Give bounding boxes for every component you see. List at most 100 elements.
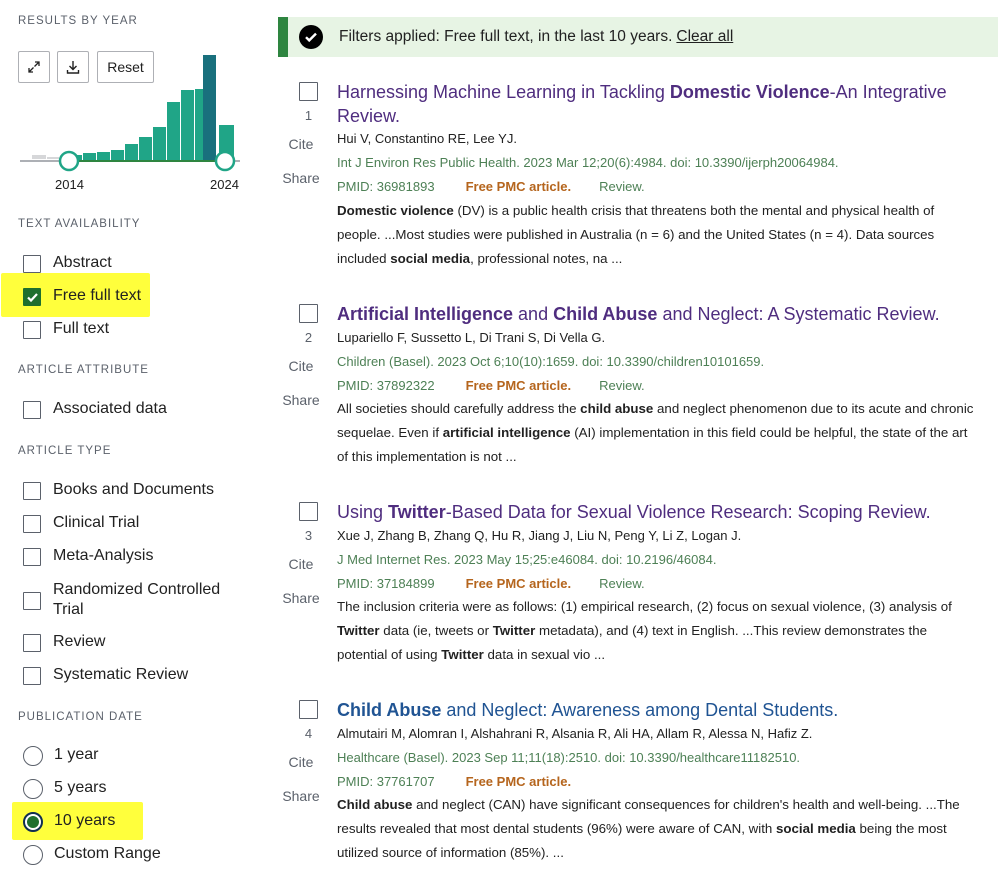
banner-text: Filters applied: Free full text, in the … xyxy=(339,28,673,45)
text-fragment: and Neglect: Awareness among Dental Stud… xyxy=(441,700,839,720)
free-pmc-badge: Free PMC article. xyxy=(465,774,572,789)
checkbox-meta-analysis[interactable] xyxy=(23,548,41,566)
publication-date-heading: PUBLICATION DATE xyxy=(18,711,143,723)
cite-button[interactable]: Cite xyxy=(278,556,324,572)
date-label: 10 years xyxy=(54,812,116,829)
text-fragment: and Neglect: A Systematic Review. xyxy=(657,304,940,324)
free-pmc-badge: Free PMC article. xyxy=(465,576,572,591)
result-select-checkbox[interactable] xyxy=(299,82,318,101)
hist-bar xyxy=(47,157,59,159)
filter-associated-data[interactable]: Associated data xyxy=(23,400,167,419)
check-circle-icon xyxy=(299,25,323,49)
share-button[interactable]: Share xyxy=(278,788,324,804)
text-fragment: -Based Data for Sexual Violence Research… xyxy=(445,502,931,522)
result-number: 3 xyxy=(304,528,313,543)
share-button[interactable]: Share xyxy=(278,170,324,186)
filter-meta-analysis[interactable]: Meta-Analysis xyxy=(23,547,153,566)
radio-custom-range[interactable] xyxy=(23,845,43,865)
filter-label: Free full text xyxy=(53,287,142,304)
free-pmc-badge: Free PMC article. xyxy=(465,378,572,393)
filter-label: Review xyxy=(53,633,106,650)
filter-label: Full text xyxy=(53,320,110,337)
hist-bar xyxy=(111,150,124,161)
result-pmid: PMID: 37761707 xyxy=(337,774,435,789)
checkbox-clinical-trial[interactable] xyxy=(23,515,41,533)
result-meta: PMID: 37184899 Free PMC article. Review. xyxy=(337,576,645,591)
highlighted-term: social media xyxy=(776,821,856,836)
result-meta: PMID: 36981893 Free PMC article. Review. xyxy=(337,179,645,194)
filter-clinical-trial[interactable]: Clinical Trial xyxy=(23,514,139,533)
result-title-link[interactable]: Artificial Intelligence and Child Abuse … xyxy=(337,302,957,326)
filter-label: Associated data xyxy=(53,400,167,417)
filter-label: Systematic Review xyxy=(53,666,189,683)
cite-button[interactable]: Cite xyxy=(278,754,324,770)
filter-label: Clinical Trial xyxy=(53,514,140,531)
filter-books-and-documents[interactable]: Books and Documents xyxy=(23,481,214,500)
checkbox-free-full-text[interactable] xyxy=(23,288,41,306)
text-fragment: Using xyxy=(337,502,389,522)
date-5-years[interactable]: 5 years xyxy=(23,779,106,799)
result-authors: Lupariello F, Sussetto L, Di Trani S, Di… xyxy=(337,330,606,345)
checkbox-associated-data[interactable] xyxy=(23,401,41,419)
results-histogram xyxy=(20,55,240,172)
result-number: 4 xyxy=(304,726,313,741)
cite-button[interactable]: Cite xyxy=(278,136,324,152)
highlighted-term: Domestic Violence xyxy=(669,82,830,102)
text-fragment: data (ie, tweets or xyxy=(379,623,493,638)
result-select-checkbox[interactable] xyxy=(299,304,318,323)
radio-5-years[interactable] xyxy=(23,779,43,799)
hist-bar xyxy=(125,144,138,161)
highlighted-term: Twitter xyxy=(337,623,380,638)
hist-bar xyxy=(83,153,96,161)
result-title-link[interactable]: Child Abuse and Neglect: Awareness among… xyxy=(337,698,957,722)
date-label: Custom Range xyxy=(54,845,161,862)
filter-systematic-review[interactable]: Systematic Review xyxy=(23,666,188,685)
hist-bar xyxy=(139,137,152,161)
checkbox-books-and-documents[interactable] xyxy=(23,482,41,500)
checkbox-review[interactable] xyxy=(23,634,41,652)
result-snippet: Child abuse and neglect (CAN) have signi… xyxy=(337,793,977,865)
cite-button[interactable]: Cite xyxy=(278,358,324,374)
filter-label: Books and Documents xyxy=(53,481,214,498)
result-select-checkbox[interactable] xyxy=(299,502,318,521)
year-end-label: 2024 xyxy=(210,177,239,192)
filter-randomized-controlled-trial[interactable]: Randomized Controlled Trial xyxy=(23,580,233,620)
radio-1-year[interactable] xyxy=(23,746,43,766)
filter-abstract[interactable]: Abstract xyxy=(23,254,112,273)
highlighted-term: Child Abuse xyxy=(337,700,442,720)
clear-all-link[interactable]: Clear all xyxy=(676,28,733,46)
filter-review[interactable]: Review xyxy=(23,633,105,652)
filters-applied-banner: Filters applied: Free full text, in the … xyxy=(278,17,998,57)
result-title-link[interactable]: Using Twitter-Based Data for Sexual Viol… xyxy=(337,500,957,524)
checkbox-abstract[interactable] xyxy=(23,255,41,273)
filter-free-full-text[interactable]: Free full text xyxy=(23,287,141,306)
result-snippet: Domestic violence (DV) is a public healt… xyxy=(337,199,977,271)
date-1-year[interactable]: 1 year xyxy=(23,746,98,766)
radio-10-years[interactable] xyxy=(23,812,43,832)
checkbox-full-text[interactable] xyxy=(23,321,41,339)
date-label: 5 years xyxy=(54,779,107,796)
highlighted-term: Child abuse xyxy=(337,797,413,812)
slider-handle-start xyxy=(58,150,80,172)
result-select-checkbox[interactable] xyxy=(299,700,318,719)
result-authors: Almutairi M, Alomran I, Alshahrani R, Al… xyxy=(337,726,813,741)
result-pmid: PMID: 36981893 xyxy=(337,179,435,194)
share-button[interactable]: Share xyxy=(278,392,324,408)
checkmark-icon xyxy=(26,292,38,302)
text-fragment: The inclusion criteria were as follows: … xyxy=(337,599,952,614)
date-custom-range[interactable]: Custom Range xyxy=(23,845,161,865)
result-citation: J Med Internet Res. 2023 May 15;25:e4608… xyxy=(337,552,717,567)
checkbox-randomized-controlled-trial[interactable] xyxy=(23,591,41,610)
highlighted-term: child abuse xyxy=(580,401,654,416)
checkbox-systematic-review[interactable] xyxy=(23,667,41,685)
result-title-link[interactable]: Harnessing Machine Learning in Tackling … xyxy=(337,80,957,128)
review-badge: Review. xyxy=(599,576,645,591)
result-pmid: PMID: 37184899 xyxy=(337,576,435,591)
result-snippet: All societies should carefully address t… xyxy=(337,397,977,469)
share-button[interactable]: Share xyxy=(278,590,324,606)
highlighted-term: Twitter xyxy=(388,502,446,522)
date-10-years[interactable]: 10 years xyxy=(23,812,115,832)
filter-full-text[interactable]: Full text xyxy=(23,320,109,339)
highlighted-term: Artificial Intelligence xyxy=(337,304,514,324)
hist-bar xyxy=(181,90,194,161)
